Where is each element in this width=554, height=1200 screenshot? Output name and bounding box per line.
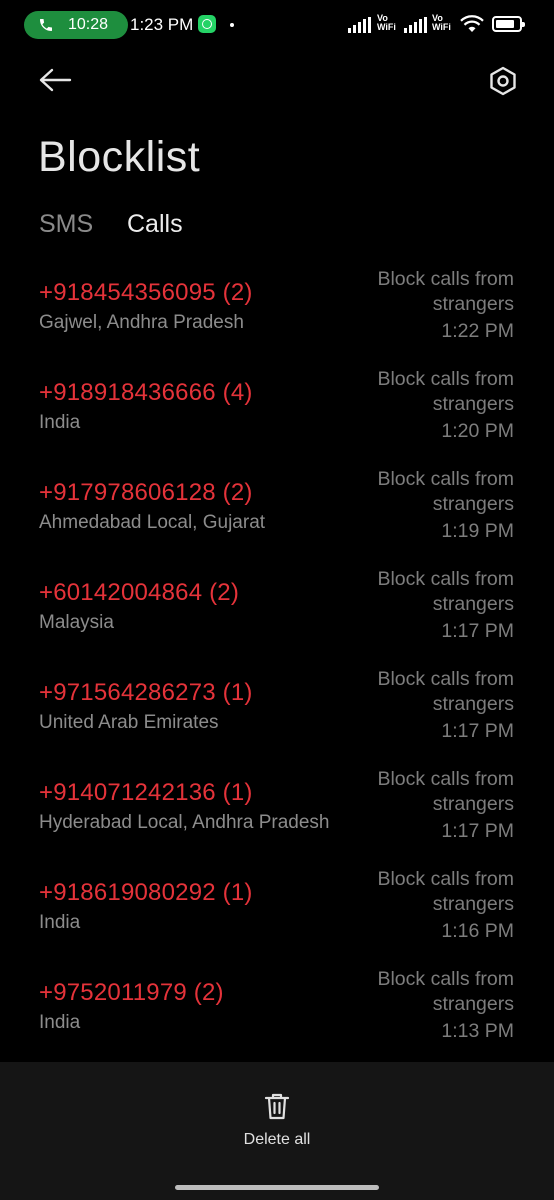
clock: 1:23 PM — [130, 15, 194, 34]
list-item[interactable]: +9752011979 (2) India Block calls from s… — [0, 962, 554, 1062]
list-item[interactable]: +918454356095 (2) Gajwel, Andhra Pradesh… — [0, 262, 554, 362]
list-item[interactable]: +917978606128 (2) Ahmedabad Local, Gujar… — [0, 462, 554, 562]
caller-number: +60142004864 (2) — [39, 579, 240, 606]
caller-location: India — [39, 912, 81, 933]
caller-number: +918619080292 (1) — [39, 879, 253, 906]
back-arrow-icon — [39, 68, 72, 92]
caller-number: +917978606128 (2) — [39, 479, 253, 506]
call-time: 1:22 PM — [441, 320, 514, 342]
list-item[interactable]: +914071242136 (1) Hyderabad Local, Andhr… — [0, 762, 554, 862]
caller-location: Malaysia — [39, 612, 114, 633]
settings-icon — [490, 66, 516, 96]
battery-icon — [492, 16, 525, 32]
list-item[interactable]: +918918436666 (4) India Block calls from… — [0, 362, 554, 462]
delete-all-label: Delete all — [243, 1131, 311, 1148]
status-bar: 10:28 1:23 PM Vo WiFi Vo WiFi — [0, 0, 554, 50]
block-reason: Block calls from strangers — [377, 268, 514, 315]
caller-number: +914071242136 (1) — [39, 779, 253, 806]
block-reason: Block calls from strangers — [377, 768, 514, 815]
call-time: 1:17 PM — [441, 820, 514, 842]
signal-icon — [404, 17, 427, 33]
caller-location: Ahmedabad Local, Gujarat — [39, 512, 266, 533]
call-time: 1:20 PM — [441, 420, 514, 442]
call-time: 1:17 PM — [441, 720, 514, 742]
caller-number: +918454356095 (2) — [39, 279, 253, 306]
list-item[interactable]: +971564286273 (1) United Arab Emirates B… — [0, 662, 554, 762]
signal-icon — [348, 17, 371, 33]
block-reason: Block calls from strangers — [377, 568, 514, 615]
block-reason: Block calls from strangers — [377, 468, 514, 515]
tab-calls[interactable]: Calls — [127, 208, 183, 240]
block-reason: Block calls from strangers — [377, 868, 514, 915]
block-reason: Block calls from strangers — [377, 968, 514, 1015]
vowifi-icon: Vo WiFi — [432, 14, 451, 32]
tab-sms[interactable]: SMS — [39, 208, 93, 240]
caller-location: Gajwel, Andhra Pradesh — [39, 312, 244, 333]
page-title: Blocklist — [38, 133, 201, 181]
call-time: 1:17 PM — [441, 620, 514, 642]
caller-number: +918918436666 (4) — [39, 379, 253, 406]
call-duration: 10:28 — [68, 16, 109, 33]
delete-all-button[interactable]: Delete all — [227, 1090, 327, 1154]
caller-number: +971564286273 (1) — [39, 679, 253, 706]
call-time: 1:13 PM — [441, 1020, 514, 1042]
vowifi-icon: Vo WiFi — [377, 14, 396, 32]
back-button[interactable] — [34, 62, 78, 102]
caller-number: +9752011979 (2) — [39, 979, 224, 1006]
call-time: 1:19 PM — [441, 520, 514, 542]
settings-button[interactable] — [484, 62, 524, 102]
caller-location: India — [39, 412, 81, 433]
caller-location: India — [39, 1012, 81, 1033]
wifi-icon — [460, 15, 484, 32]
vowifi-label: WiFi — [377, 22, 396, 32]
list-item[interactable]: +918619080292 (1) India Block calls from… — [0, 862, 554, 962]
vowifi-label: WiFi — [432, 22, 451, 32]
caller-location: United Arab Emirates — [39, 712, 219, 733]
list-item[interactable]: +60142004864 (2) Malaysia Block calls fr… — [0, 562, 554, 662]
phone-icon — [40, 19, 52, 31]
whatsapp-icon — [198, 15, 216, 33]
ongoing-call-pill[interactable]: 10:28 — [24, 11, 128, 39]
block-reason: Block calls from strangers — [377, 668, 514, 715]
caller-location: Hyderabad Local, Andhra Pradesh — [39, 812, 330, 833]
bottom-action-bar: Delete all — [0, 1062, 554, 1200]
home-indicator[interactable] — [175, 1185, 379, 1190]
block-reason: Block calls from strangers — [377, 368, 514, 415]
notification-dot-icon — [230, 23, 234, 27]
trash-icon — [264, 1093, 290, 1120]
call-time: 1:16 PM — [441, 920, 514, 942]
